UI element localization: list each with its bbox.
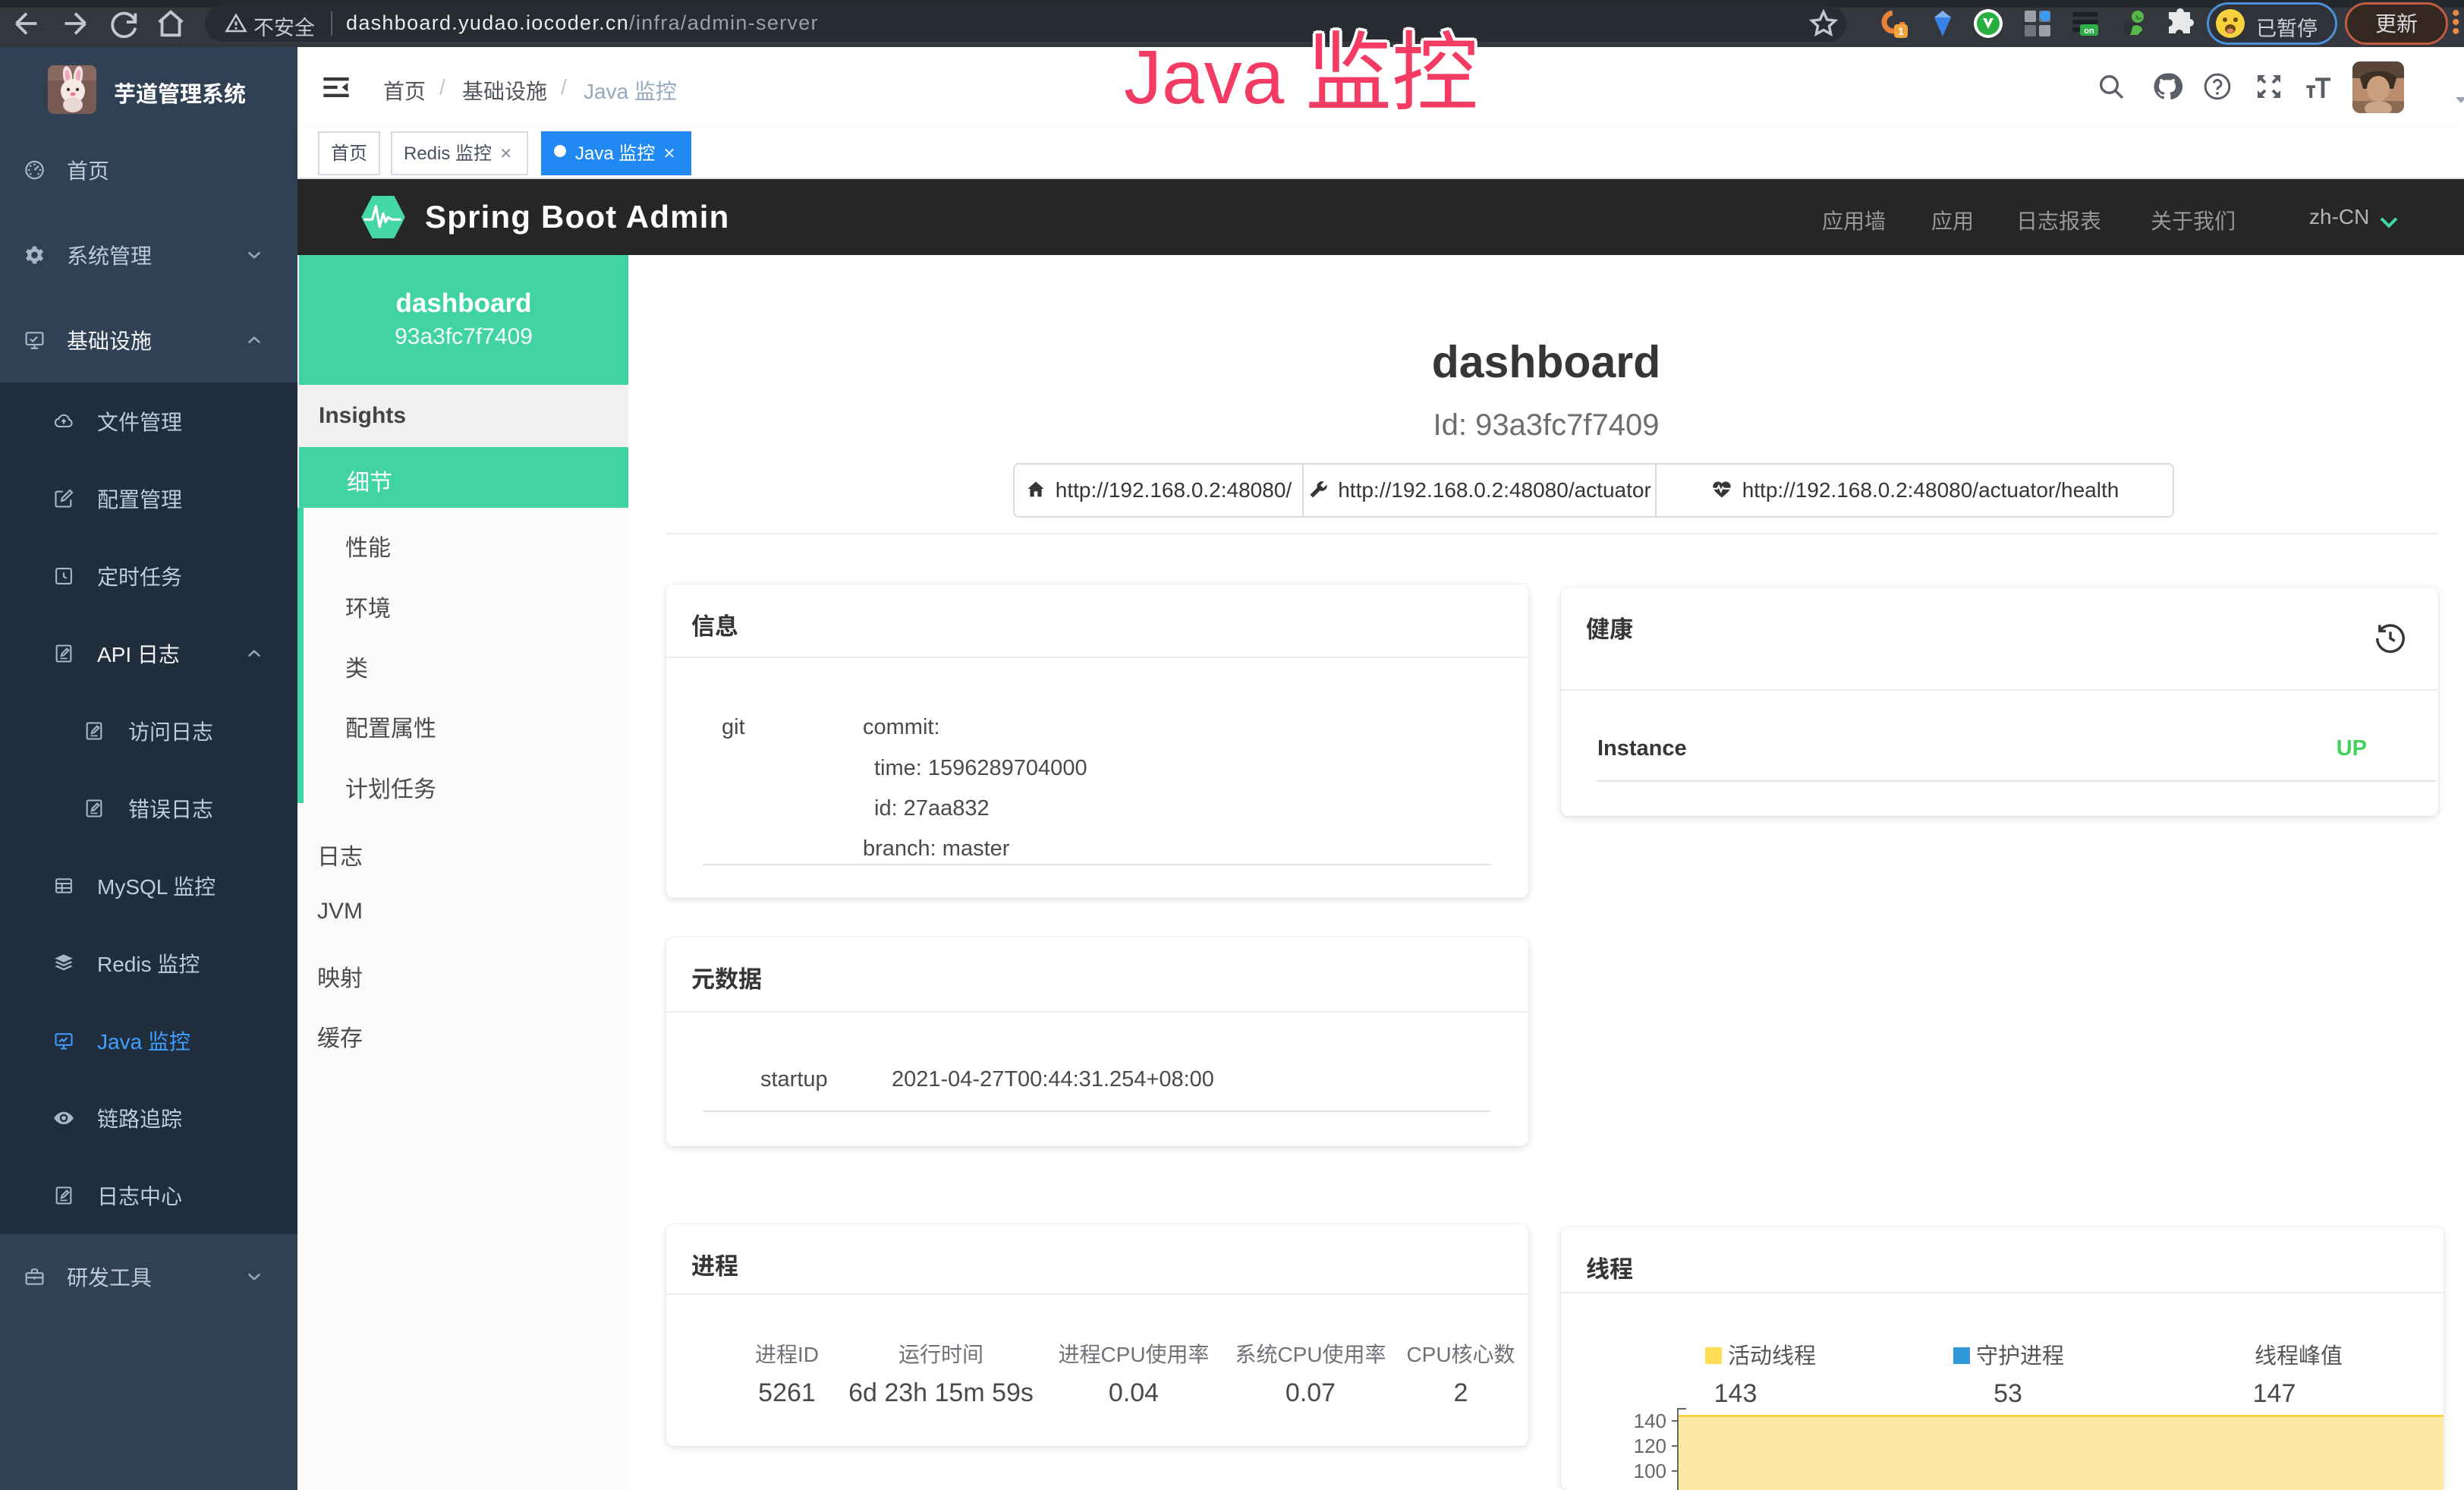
svg-text:on: on — [2084, 27, 2094, 36]
svg-text:1: 1 — [1898, 25, 1904, 37]
